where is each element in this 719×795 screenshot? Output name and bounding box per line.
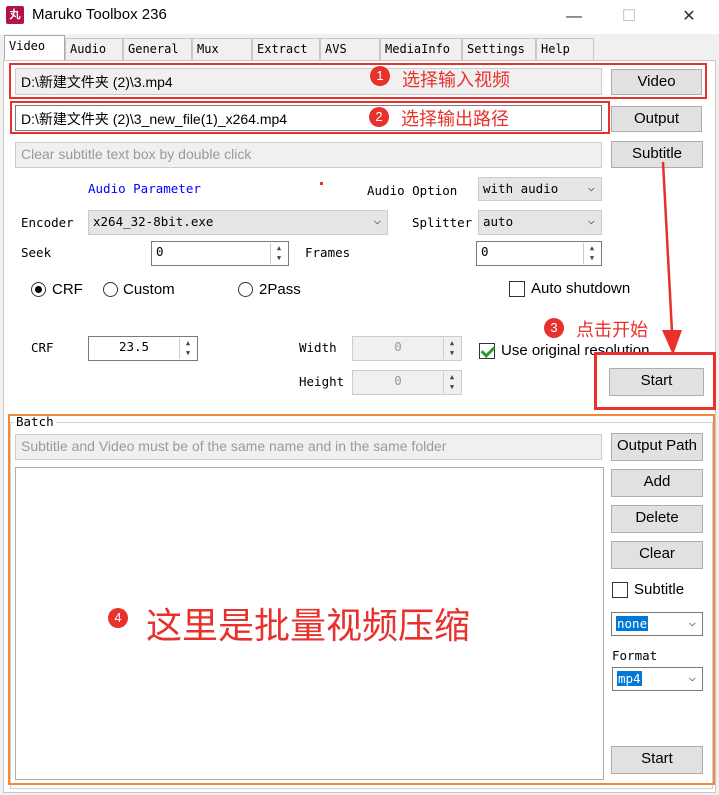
app-icon: 丸 xyxy=(6,6,24,24)
frames-label: Frames xyxy=(305,245,351,260)
annotation-badge-3: 3 xyxy=(544,318,564,338)
spin-arrows-icon[interactable]: ▲ ▼ xyxy=(179,338,196,359)
use-original-resolution-checkbox[interactable] xyxy=(479,343,495,359)
crf-label: CRF xyxy=(31,340,54,355)
encoder-label: Encoder xyxy=(21,215,74,230)
title-bar: 丸 Maruko Toolbox 236 — ☐ ✕ xyxy=(0,0,719,34)
tab-mediainfo[interactable]: MediaInfo xyxy=(380,38,462,60)
audio-option-label: Audio Option xyxy=(367,183,458,198)
maximize-button[interactable]: ☐ xyxy=(606,0,652,34)
tab-help[interactable]: Help xyxy=(536,38,594,60)
tab-bar: Video Audio General Mux Extract AVS Medi… xyxy=(0,34,719,60)
custom-radio-label: Custom xyxy=(123,281,175,298)
custom-radio[interactable] xyxy=(103,282,118,297)
window-title: Maruko Toolbox 236 xyxy=(32,6,167,23)
annotation-box-input xyxy=(9,63,707,99)
tab-avs[interactable]: AVS xyxy=(320,38,380,60)
arrow-icon xyxy=(661,161,682,355)
height-label: Height xyxy=(299,374,345,389)
chevron-down-icon: ⌵ xyxy=(373,213,381,227)
auto-shutdown-label: Auto shutdown xyxy=(531,280,631,297)
spin-arrows-icon[interactable]: ▲ ▼ xyxy=(270,243,287,264)
width-label: Width xyxy=(299,340,337,355)
2pass-radio-label: 2Pass xyxy=(259,281,301,298)
output-button[interactable]: Output xyxy=(611,106,702,132)
crf-radio-label: CRF xyxy=(52,281,83,298)
crf-stepper[interactable]: 23.5 ▲ ▼ xyxy=(88,336,198,361)
subtitle-field[interactable]: Clear subtitle text box by double click xyxy=(15,142,602,168)
chevron-down-icon: ⌵ xyxy=(587,180,595,194)
annotation-text-3: 点击开始 xyxy=(576,320,648,340)
close-button[interactable]: ✕ xyxy=(666,0,712,34)
seek-label: Seek xyxy=(21,245,52,260)
red-dot-marker xyxy=(320,182,323,185)
spin-arrows-icon[interactable]: ▲ ▼ xyxy=(583,243,600,264)
annotation-badge-2: 2 xyxy=(369,107,389,127)
annotation-box-output xyxy=(10,101,610,134)
seek-stepper[interactable]: 0 ▲ ▼ xyxy=(151,241,289,266)
annotation-badge-1: 1 xyxy=(370,66,390,86)
annotation-text-4: 这里是批量视频压缩 xyxy=(146,605,471,646)
auto-shutdown-checkbox[interactable] xyxy=(509,281,525,297)
2pass-radio[interactable] xyxy=(238,282,253,297)
height-stepper[interactable]: 0 ▲ ▼ xyxy=(352,370,462,395)
audio-parameter-link[interactable]: Audio Parameter xyxy=(88,181,201,196)
tab-video[interactable]: Video xyxy=(4,35,65,60)
minimize-button[interactable]: — xyxy=(551,0,597,34)
spin-arrows-icon[interactable]: ▲ ▼ xyxy=(443,372,460,393)
tab-mux[interactable]: Mux xyxy=(192,38,252,60)
annotation-text-1: 选择输入视频 xyxy=(402,70,510,90)
audio-option-select[interactable]: with audio ⌵ xyxy=(478,177,602,201)
annotation-text-2: 选择输出路径 xyxy=(401,109,509,129)
crf-radio[interactable] xyxy=(31,282,46,297)
width-stepper[interactable]: 0 ▲ ▼ xyxy=(352,336,462,361)
chevron-down-icon: ⌵ xyxy=(587,213,595,227)
annotation-badge-4: 4 xyxy=(108,608,128,628)
splitter-label: Splitter xyxy=(412,215,473,230)
frames-stepper[interactable]: 0 ▲ ▼ xyxy=(476,241,602,266)
spin-arrows-icon[interactable]: ▲ ▼ xyxy=(443,338,460,359)
encoder-select[interactable]: x264_32-8bit.exe ⌵ xyxy=(88,210,388,235)
tab-general[interactable]: General xyxy=(123,38,192,60)
splitter-select[interactable]: auto ⌵ xyxy=(478,210,602,235)
start-button[interactable]: Start xyxy=(609,368,704,396)
tab-audio[interactable]: Audio xyxy=(65,38,123,60)
tab-extract[interactable]: Extract xyxy=(252,38,320,60)
tab-settings[interactable]: Settings xyxy=(462,38,536,60)
